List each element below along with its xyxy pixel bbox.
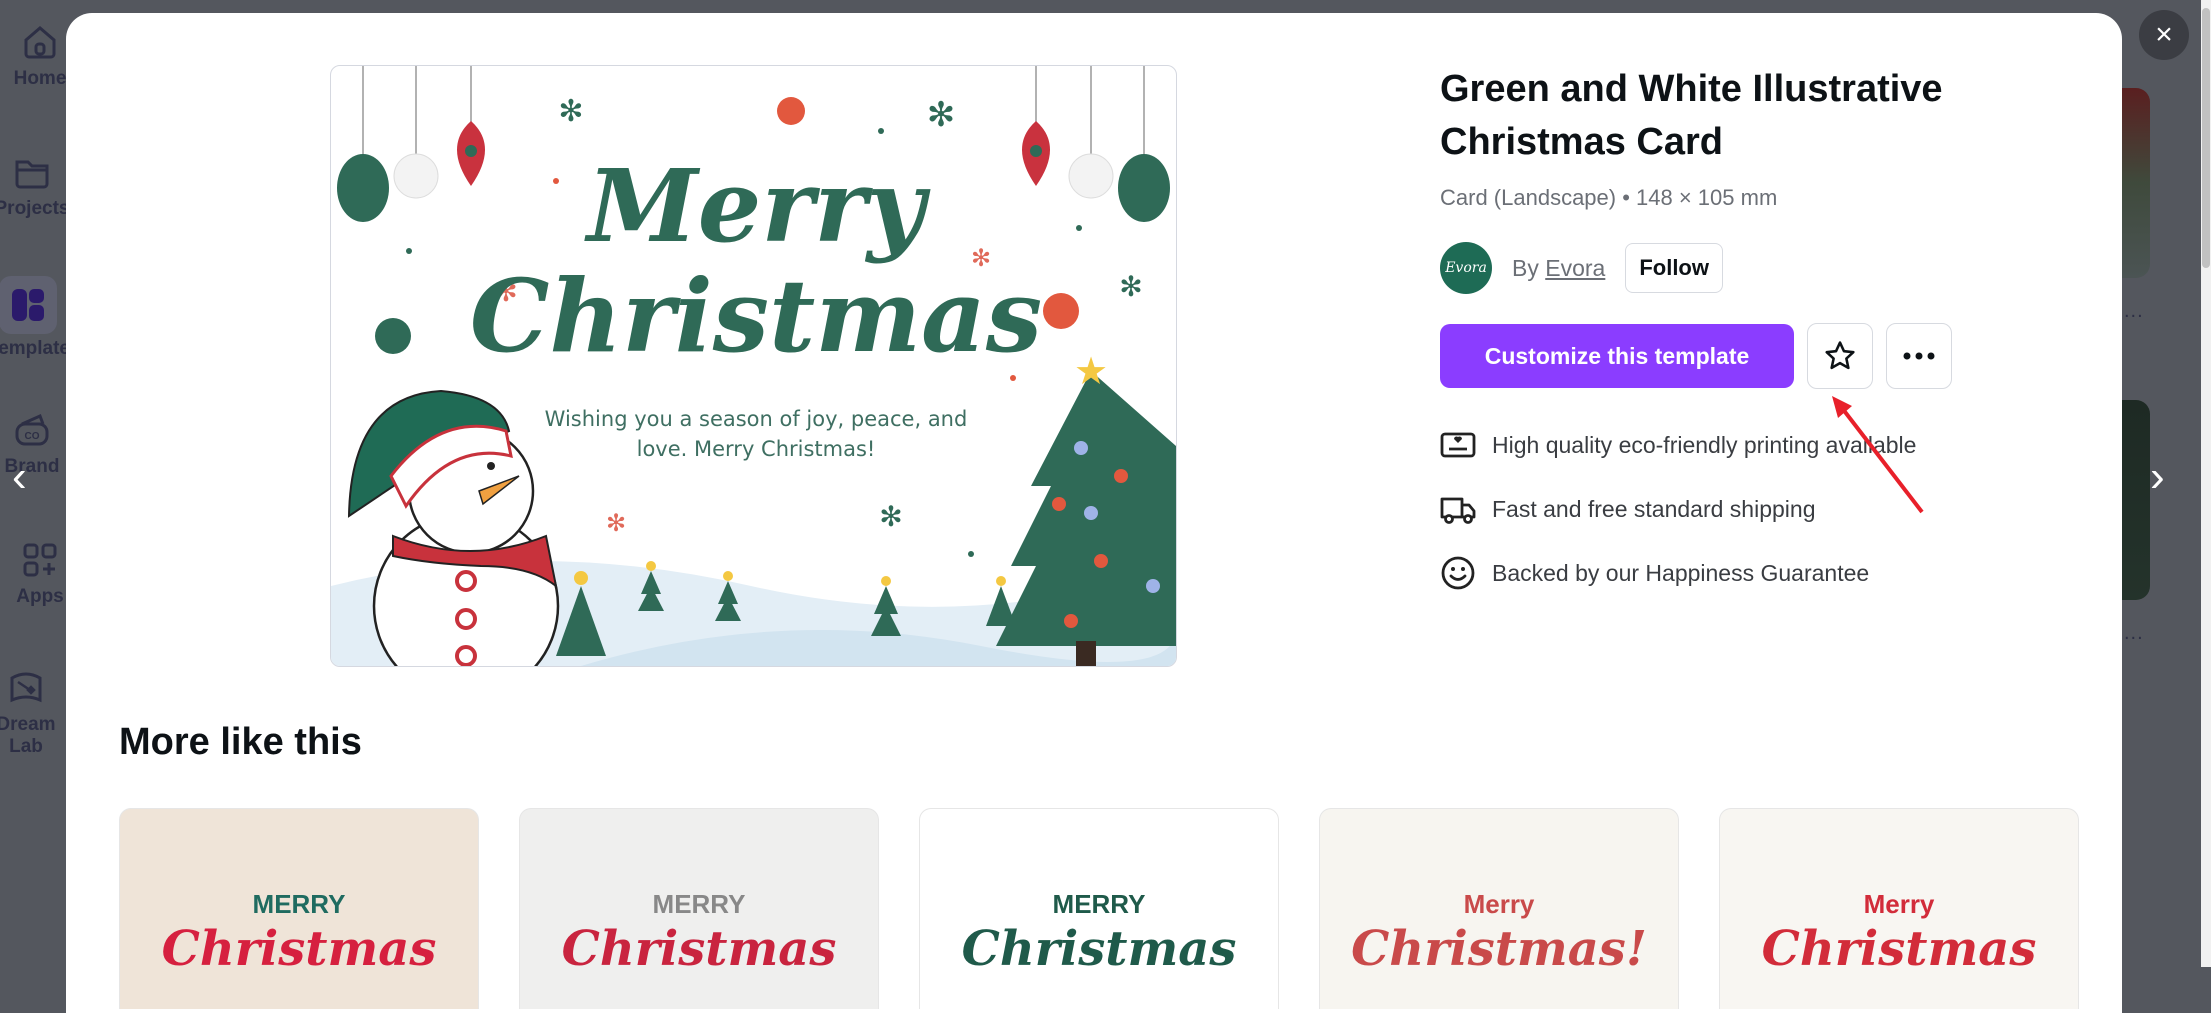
thumbnail-text-line2: Christmas [1761, 921, 2037, 977]
sidebar-item-templates[interactable]: Templates [0, 276, 81, 360]
more-like-this-grid: MERRY Christmas MERRY Christmas MERRY Christm… [119, 808, 2079, 1009]
preview-illustration: ✻ ✻ ✻ ✻ ✻ ✻ ✻ Merry Christmas Wishing yo… [331, 66, 1176, 666]
feature-item: Backed by our Happiness Guarantee [1440, 541, 2100, 605]
template-info: Green and White Illustrative Christmas C… [1440, 63, 2100, 605]
scrollbar-thumb[interactable] [2202, 8, 2210, 268]
brand-icon: CO [15, 413, 49, 446]
feature-text: Backed by our Happiness Guarantee [1492, 559, 1870, 586]
svg-text:★: ★ [1074, 351, 1108, 393]
customize-template-button[interactable]: Customize this template [1440, 324, 1794, 388]
author-byline: By Evora [1512, 255, 1605, 282]
thumbnail-text-line1: Merry [1863, 889, 1935, 919]
action-row: Customize this template [1440, 323, 2100, 389]
templates-icon [12, 289, 44, 321]
thumbnail-text-line1: MERRY [652, 889, 746, 919]
features-list: High quality eco-friendly printing avail… [1440, 413, 2100, 605]
page-scrollbar[interactable] [2201, 0, 2211, 967]
author-link[interactable]: Evora [1545, 255, 1605, 281]
truck-icon [1440, 497, 1476, 524]
chevron-right-icon: › [2150, 452, 2165, 501]
author-row: Evora By Evora Follow [1440, 241, 2100, 295]
thumbnail-text-line2: Christmas! [1351, 921, 1647, 977]
feature-text: High quality eco-friendly printing avail… [1492, 431, 1917, 458]
sidebar-item-label: Dream Lab [0, 714, 56, 757]
apps-icon [23, 543, 57, 577]
more-icon [1903, 352, 1935, 360]
preview-message-line2: love. Merry Christmas! [637, 437, 876, 461]
feature-item: High quality eco-friendly printing avail… [1440, 413, 2100, 477]
template-thumbnail[interactable]: Merry Christmas! [1319, 808, 1679, 1009]
template-modal: ✻ ✻ ✻ ✻ ✻ ✻ ✻ Merry Christmas Wishing yo… [66, 13, 2122, 1013]
more-options-button[interactable] [1886, 323, 1952, 389]
template-preview: ✻ ✻ ✻ ✻ ✻ ✻ ✻ Merry Christmas Wishing yo… [330, 65, 1177, 667]
feature-item: Fast and free standard shipping [1440, 477, 2100, 541]
more-like-this-heading: More like this [119, 721, 362, 763]
background-thumbnail [2122, 400, 2150, 600]
template-thumbnail[interactable]: Merry Christmas [1719, 808, 2079, 1009]
svg-text:✻: ✻ [879, 501, 902, 532]
background-thumbnail [2122, 88, 2150, 278]
avatar[interactable]: Evora [1440, 242, 1492, 294]
sidebar-item-brand[interactable]: CO Brand [0, 410, 72, 478]
thumbnail-text-line1: Merry [1463, 889, 1535, 919]
background-text: ... [2124, 300, 2144, 322]
feature-text: Fast and free standard shipping [1492, 495, 1816, 522]
svg-text:CO: CO [25, 431, 40, 442]
svg-text:✻: ✻ [1119, 271, 1142, 302]
smile-icon [1441, 556, 1475, 590]
chevron-left-icon: ‹ [12, 452, 27, 501]
template-thumbnail[interactable]: MERRY Christmas [919, 808, 1279, 1009]
thumbnail-text-line1: MERRY [1052, 889, 1146, 919]
thumbnail-text-line2: Christmas [961, 921, 1237, 977]
sidebar-item-dream-lab[interactable]: Dream Lab [0, 668, 66, 758]
thumbnail-text-line1: MERRY [252, 889, 346, 919]
previous-template-button[interactable]: ‹ [12, 455, 27, 499]
template-meta: Card (Landscape) • 148 × 105 mm [1440, 185, 1778, 210]
sidebar-item-label: Apps [16, 586, 64, 607]
favorite-button[interactable] [1807, 323, 1873, 389]
app-sidebar [0, 0, 66, 967]
close-modal-button[interactable]: × [2139, 10, 2189, 60]
preview-message-line1: Wishing you a season of joy, peace, and [545, 407, 968, 431]
svg-text:✻: ✻ [558, 95, 583, 128]
thumbnail-text-line2: Christmas [161, 921, 437, 977]
svg-text:✻: ✻ [606, 510, 626, 537]
star-icon [1825, 341, 1855, 370]
dream-lab-icon [10, 672, 42, 703]
home-icon [24, 26, 56, 59]
next-template-button[interactable]: › [2150, 455, 2165, 499]
template-thumbnail[interactable]: MERRY Christmas [519, 808, 879, 1009]
close-icon: × [2155, 18, 2173, 51]
thumbnail-text-line2: Christmas [561, 921, 837, 977]
preview-headline-line1: Merry [584, 147, 931, 265]
template-thumbnail[interactable]: MERRY Christmas [119, 808, 479, 1009]
svg-text:✻: ✻ [927, 96, 956, 134]
by-label: By [1512, 254, 1539, 281]
print-icon [1440, 432, 1476, 458]
preview-headline-line2: Christmas [470, 257, 1042, 375]
sidebar-item-label: Projects [0, 198, 70, 219]
template-title: Green and White Illustrative Christmas C… [1440, 68, 1943, 163]
folder-icon [15, 160, 49, 189]
follow-button[interactable]: Follow [1625, 243, 1723, 293]
sidebar-item-projects[interactable]: Projects [0, 152, 72, 220]
sidebar-item-label: Home [13, 68, 67, 89]
background-text: ... [2124, 622, 2144, 644]
